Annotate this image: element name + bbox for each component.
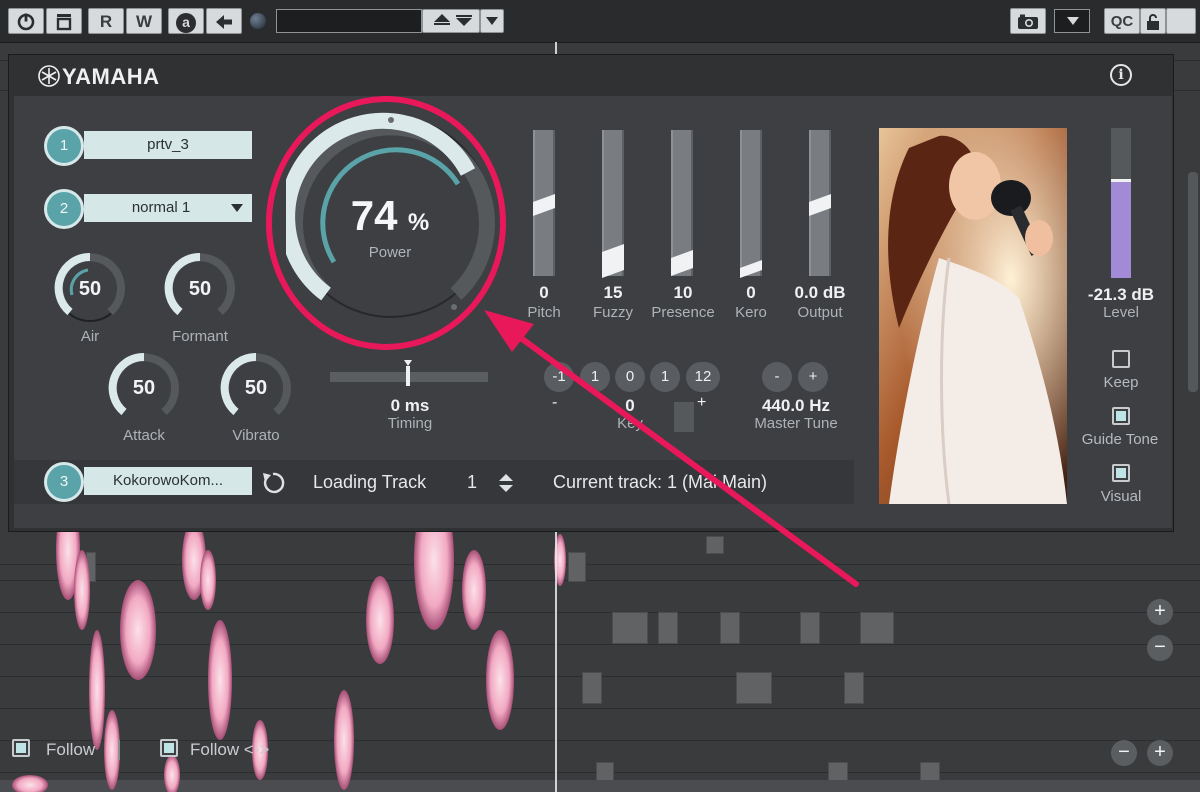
reload-icon[interactable] xyxy=(260,470,286,496)
output-fader-handle[interactable] xyxy=(809,193,831,217)
power-icon xyxy=(17,13,35,31)
brand-logo: YAMAHA xyxy=(38,64,160,90)
status-led-icon xyxy=(250,13,266,29)
write-automation-button[interactable]: W xyxy=(126,8,162,34)
zoom-out-horizontal-button[interactable]: − xyxy=(1111,740,1137,766)
timing-value: 0 ms xyxy=(390,396,430,415)
level-meter xyxy=(1111,128,1131,278)
attack-value: 50 xyxy=(132,377,156,399)
pitch-fader[interactable] xyxy=(533,130,555,276)
level-meter-fill xyxy=(1111,182,1131,278)
follow-label: Follow xyxy=(46,740,96,759)
slot-3-field[interactable]: KokorowoKom... xyxy=(84,467,252,495)
pitch-fader-handle[interactable] xyxy=(533,193,555,217)
kero-fader[interactable] xyxy=(740,130,762,279)
chevron-down-icon xyxy=(486,17,498,25)
chevron-down-icon xyxy=(231,204,243,212)
loading-track-label: Loading Track xyxy=(313,472,427,492)
tuning-forks-icon xyxy=(38,65,60,87)
slot-3-number: 3 xyxy=(44,462,84,502)
zoom-in-vertical-button[interactable]: + xyxy=(1147,599,1173,625)
output-fader[interactable] xyxy=(809,130,831,276)
guide-tone-checkbox[interactable] xyxy=(1112,407,1130,425)
bypass-icon xyxy=(56,14,72,31)
level-peak-marker xyxy=(1111,179,1131,182)
annotation-arrow xyxy=(484,310,859,587)
zoom-out-vertical-button[interactable]: − xyxy=(1147,635,1173,661)
preset-dropdown-button[interactable] xyxy=(480,9,504,33)
air-value: 50 xyxy=(78,278,102,300)
view-dropdown[interactable] xyxy=(1054,9,1090,33)
lock-icon xyxy=(1147,14,1159,30)
slot-2-number: 2 xyxy=(44,189,84,229)
info-icon[interactable]: i xyxy=(1110,64,1132,86)
slot-1-field[interactable]: prtv_3 xyxy=(84,131,252,159)
keep-label: Keep xyxy=(1103,374,1139,391)
style-dropdown[interactable]: normal 1 xyxy=(84,194,252,222)
fuzzy-fader[interactable] xyxy=(602,130,624,279)
visual-checkbox[interactable] xyxy=(1112,464,1130,482)
style-dropdown-value: normal 1 xyxy=(131,199,191,216)
level-label: Level xyxy=(1103,304,1139,321)
presence-fader[interactable] xyxy=(671,130,693,277)
attack-label: Attack xyxy=(123,427,165,444)
snapshot-button[interactable] xyxy=(1010,8,1046,34)
a-icon: a xyxy=(176,13,196,33)
follow-divider xyxy=(118,740,120,760)
timing-slider-handle[interactable] xyxy=(406,366,410,386)
bypass-button[interactable] xyxy=(46,8,82,34)
preset-field[interactable] xyxy=(276,9,422,33)
preset-up-down-button[interactable] xyxy=(422,9,480,33)
lock-extra-button[interactable] xyxy=(1166,8,1196,34)
timing-marker-icon xyxy=(404,360,412,366)
compare-a-button[interactable]: a xyxy=(168,8,204,34)
vibrato-value: 50 xyxy=(244,377,268,399)
vibrato-label: Vibrato xyxy=(232,427,280,444)
guide-tone-label: Guide Tone xyxy=(1081,431,1159,448)
presence-fader-handle[interactable] xyxy=(671,249,693,277)
keep-checkbox[interactable] xyxy=(1112,350,1130,368)
up-down-arrows-icon xyxy=(434,14,472,26)
formant-label: Formant xyxy=(172,328,228,345)
arrow-left-icon xyxy=(216,15,232,29)
follow-lr-label: Follow <-> xyxy=(190,740,270,759)
timing-label: Timing xyxy=(387,415,433,432)
camera-icon xyxy=(1018,14,1038,29)
visual-label: Visual xyxy=(1100,488,1142,505)
kero-fader-handle[interactable] xyxy=(740,259,762,279)
quick-controls-button[interactable]: QC xyxy=(1104,8,1140,34)
formant-value: 50 xyxy=(188,278,212,300)
top-toolbar: R W a QC xyxy=(0,0,1200,43)
fuzzy-fader-handle[interactable] xyxy=(602,243,624,279)
brand-name: YAMAHA xyxy=(62,64,160,89)
read-automation-button[interactable]: R xyxy=(88,8,124,34)
vertical-scrollbar[interactable] xyxy=(1188,172,1198,392)
singer-image xyxy=(879,128,1067,504)
copy-arrow-button[interactable] xyxy=(206,8,242,34)
zoom-in-horizontal-button[interactable]: + xyxy=(1147,740,1173,766)
lock-button[interactable] xyxy=(1140,8,1166,34)
chevron-down-icon xyxy=(1067,17,1079,25)
slot-1-number: 1 xyxy=(44,126,84,166)
level-value: -21.3 dB xyxy=(1087,285,1155,304)
power-toggle-button[interactable] xyxy=(8,8,44,34)
air-label: Air xyxy=(80,328,100,345)
follow-checkbox[interactable] xyxy=(12,739,30,757)
follow-lr-checkbox[interactable] xyxy=(160,739,178,757)
